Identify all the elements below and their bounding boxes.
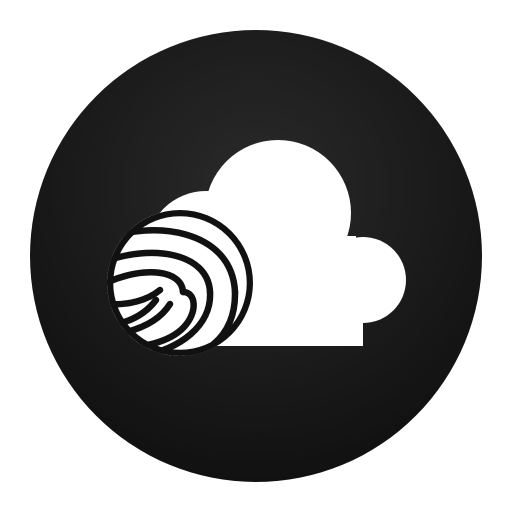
app-icon-canvas <box>0 0 512 512</box>
app-icon[interactable] <box>0 0 512 512</box>
cloud-fingerprint-icon <box>30 30 482 482</box>
